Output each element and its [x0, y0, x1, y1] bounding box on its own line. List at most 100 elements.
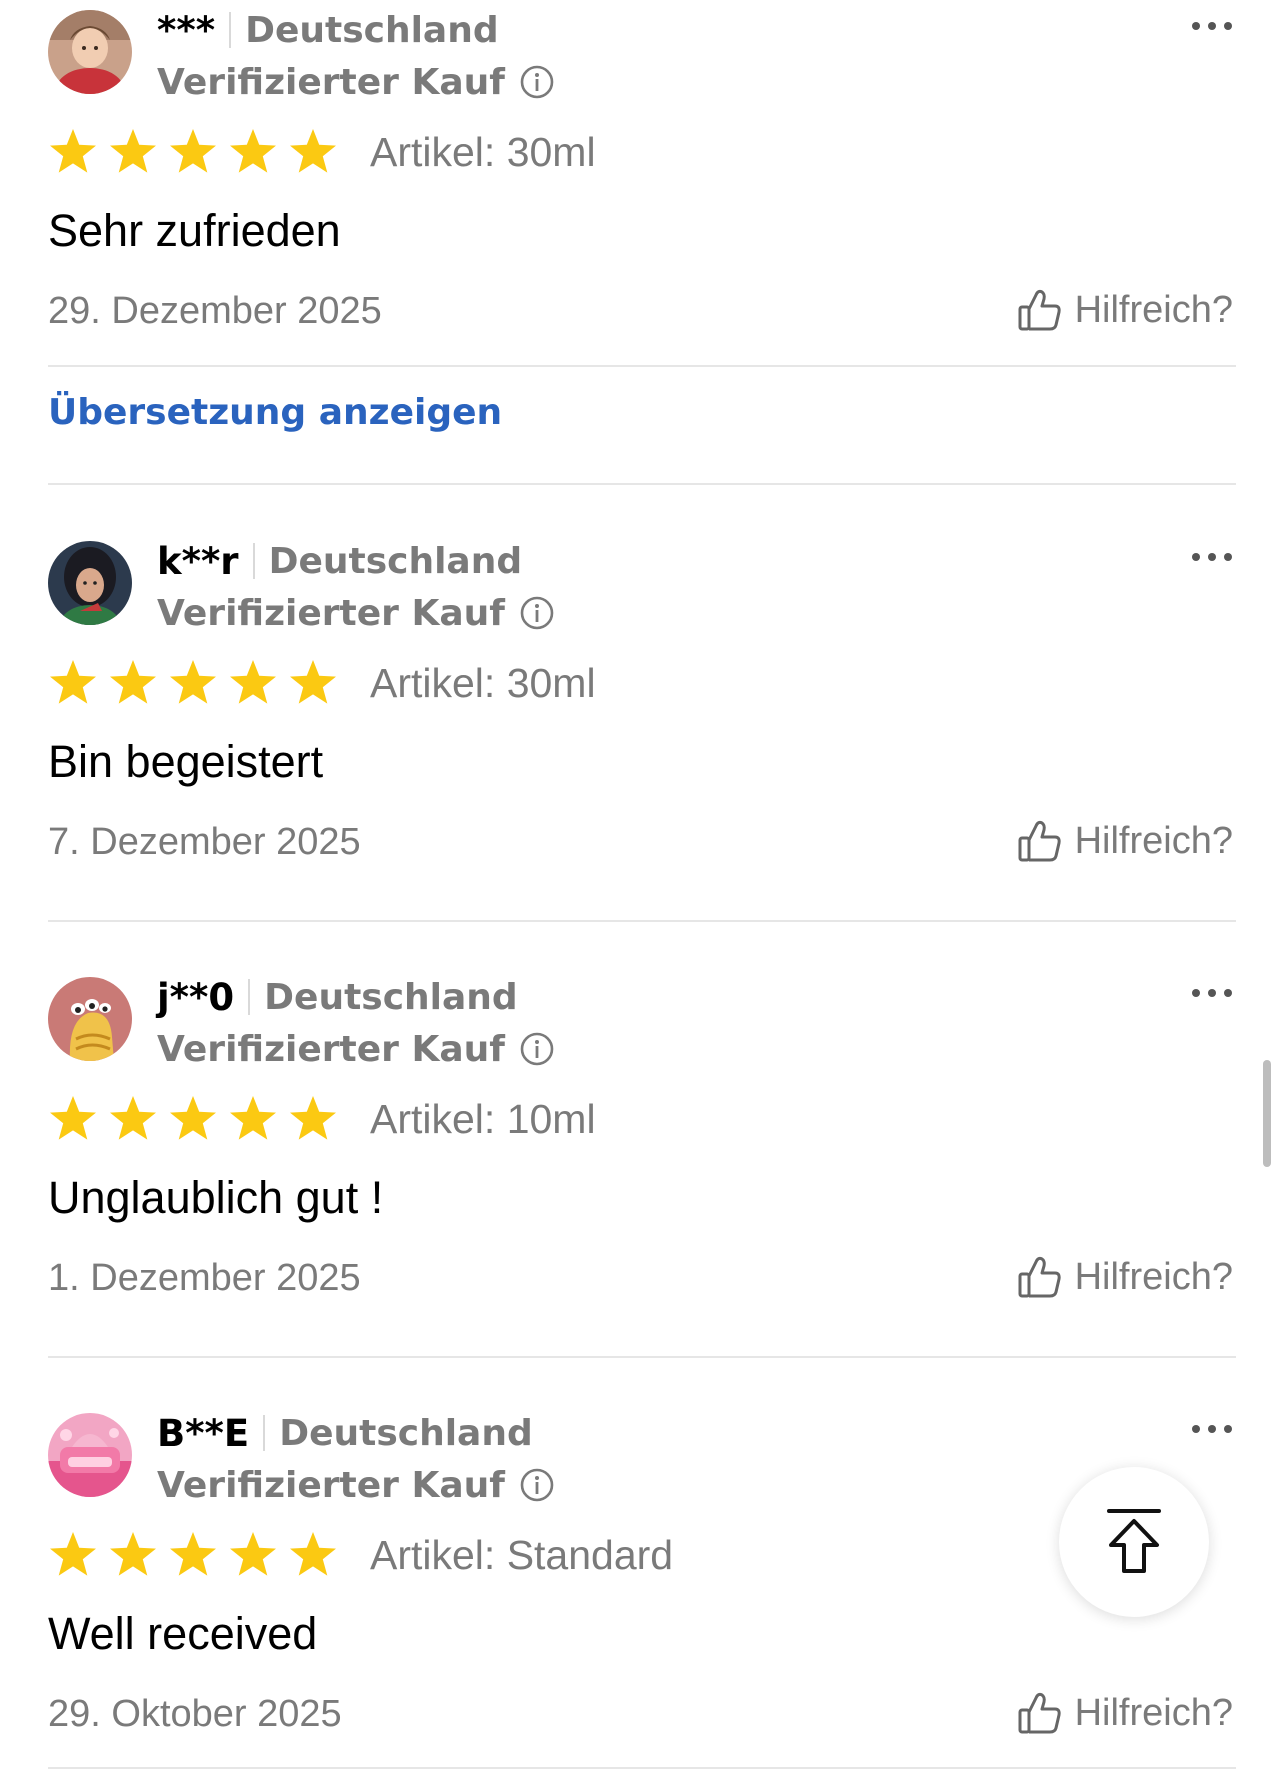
star-rating	[48, 1094, 348, 1144]
info-circle-icon[interactable]	[519, 64, 555, 100]
star-icon	[228, 1530, 278, 1580]
verified-purchase-label: Verifizierter Kauf	[157, 61, 505, 103]
star-icon	[168, 658, 218, 708]
thumbs-up-icon	[1017, 1690, 1063, 1736]
star-icon	[228, 127, 278, 177]
helpful-label: Hilfreich?	[1074, 1691, 1233, 1734]
article-variant: Artikel: 30ml	[370, 128, 596, 175]
reviewer-country: Deutschland	[279, 1412, 533, 1454]
star-icon	[168, 1094, 218, 1144]
show-translation-link[interactable]: Übersetzung anzeigen	[48, 392, 502, 433]
verified-line: Verifizierter Kauf	[157, 587, 555, 639]
star-icon	[48, 658, 98, 708]
review-date: 29. Oktober 2025	[48, 1693, 342, 1735]
review-text: Unglaublich gut !	[48, 1172, 384, 1223]
star-icon	[108, 1530, 158, 1580]
reviewer-name-line: k**r Deutschland	[157, 535, 522, 587]
star-rating	[48, 1530, 348, 1580]
more-horizontal-icon[interactable]	[1190, 547, 1234, 567]
avatar-image	[48, 977, 132, 1061]
star-icon	[288, 1094, 338, 1144]
star-icon	[108, 1094, 158, 1144]
reviewer-name-line: *** Deutschland	[157, 4, 499, 56]
review-date: 1. Dezember 2025	[48, 1257, 361, 1299]
rating-line: Artikel: 10ml	[48, 1091, 596, 1147]
verified-line: Verifizierter Kauf	[157, 1023, 555, 1075]
reviewer-username: ***	[157, 8, 216, 52]
verified-line: Verifizierter Kauf	[157, 56, 555, 108]
helpful-button[interactable]: Hilfreich?	[1017, 815, 1233, 867]
verified-purchase-label: Verifizierter Kauf	[157, 1464, 505, 1506]
star-icon	[168, 1530, 218, 1580]
divider	[48, 1356, 1236, 1358]
avatar[interactable]	[48, 541, 132, 625]
reviewer-username: B**E	[157, 1411, 250, 1455]
divider	[48, 1767, 1236, 1769]
article-variant: Artikel: 10ml	[370, 1095, 596, 1142]
star-icon	[288, 127, 338, 177]
review-text: Well received	[48, 1608, 318, 1659]
article-variant: Artikel: Standard	[370, 1531, 674, 1578]
helpful-button[interactable]: Hilfreich?	[1017, 1687, 1233, 1739]
separator	[252, 543, 255, 579]
avatar-image	[48, 1413, 132, 1497]
star-icon	[288, 1530, 338, 1580]
star-icon	[48, 1094, 98, 1144]
scrollbar-thumb[interactable]	[1263, 1060, 1271, 1167]
helpful-label: Hilfreich?	[1074, 819, 1233, 862]
avatar[interactable]	[48, 977, 132, 1061]
reviewer-name-line: j**0 Deutschland	[157, 971, 518, 1023]
review-text: Bin begeistert	[48, 736, 324, 787]
star-icon	[108, 658, 158, 708]
info-circle-icon[interactable]	[519, 595, 555, 631]
avatar[interactable]	[48, 1413, 132, 1497]
separator	[248, 979, 251, 1015]
verified-purchase-label: Verifizierter Kauf	[157, 592, 505, 634]
review-date: 29. Dezember 2025	[48, 290, 382, 332]
verified-purchase-label: Verifizierter Kauf	[157, 1028, 505, 1070]
reviewer-country: Deutschland	[264, 976, 518, 1018]
review-date: 7. Dezember 2025	[48, 821, 361, 863]
info-circle-icon[interactable]	[519, 1031, 555, 1067]
helpful-button[interactable]: Hilfreich?	[1017, 284, 1233, 336]
reviewer-username: j**0	[157, 975, 235, 1019]
star-icon	[288, 658, 338, 708]
divider	[48, 365, 1236, 367]
divider	[48, 483, 1236, 485]
star-rating	[48, 658, 348, 708]
reviewer-name-line: B**E Deutschland	[157, 1407, 533, 1459]
helpful-label: Hilfreich?	[1074, 1255, 1233, 1298]
rating-line: Artikel: 30ml	[48, 124, 596, 180]
helpful-label: Hilfreich?	[1074, 288, 1233, 331]
rating-line: Artikel: Standard	[48, 1527, 673, 1583]
rating-line: Artikel: 30ml	[48, 655, 596, 711]
star-icon	[48, 127, 98, 177]
avatar[interactable]	[48, 10, 132, 94]
more-horizontal-icon[interactable]	[1190, 1419, 1234, 1439]
thumbs-up-icon	[1017, 818, 1063, 864]
review-text: Sehr zufrieden	[48, 205, 341, 256]
info-circle-icon[interactable]	[519, 1467, 555, 1503]
star-icon	[228, 1094, 278, 1144]
helpful-button[interactable]: Hilfreich?	[1017, 1251, 1233, 1303]
star-rating	[48, 127, 348, 177]
reviewer-country: Deutschland	[245, 9, 499, 51]
avatar-image	[48, 541, 132, 625]
thumbs-up-icon	[1017, 287, 1063, 333]
back-to-top-button[interactable]	[1059, 1467, 1209, 1617]
verified-line: Verifizierter Kauf	[157, 1459, 555, 1511]
reviewer-username: k**r	[157, 539, 239, 583]
star-icon	[168, 127, 218, 177]
more-horizontal-icon[interactable]	[1190, 983, 1234, 1003]
reviewer-country: Deutschland	[268, 540, 523, 582]
divider	[48, 920, 1236, 922]
more-horizontal-icon[interactable]	[1190, 16, 1234, 36]
article-variant: Artikel: 30ml	[370, 659, 596, 706]
avatar-image	[48, 10, 132, 94]
separator	[263, 1415, 266, 1451]
separator	[229, 12, 232, 48]
star-icon	[228, 658, 278, 708]
thumbs-up-icon	[1017, 1254, 1063, 1300]
star-icon	[48, 1530, 98, 1580]
arrow-up-to-top-icon	[1107, 1509, 1161, 1573]
